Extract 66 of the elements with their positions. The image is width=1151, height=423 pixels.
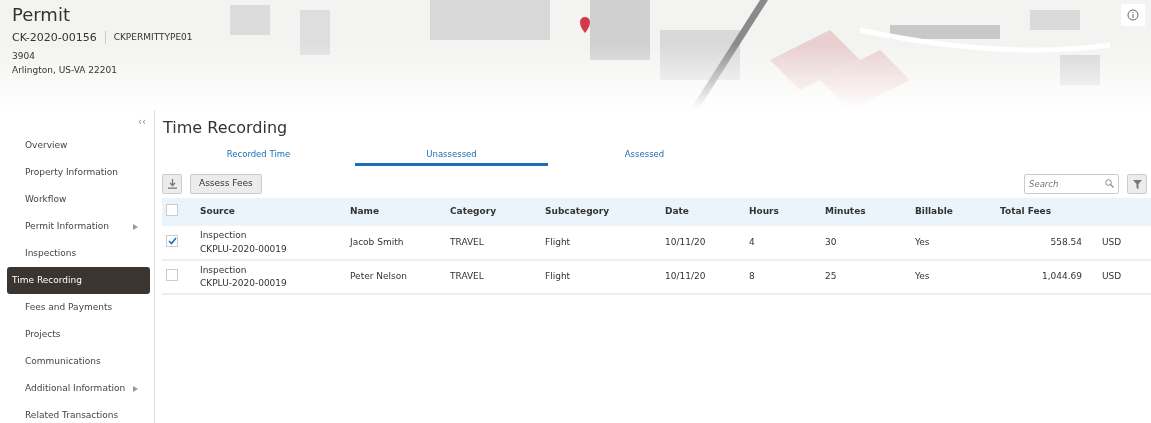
- column-header: Subcategory: [545, 206, 610, 217]
- expand-icon: [133, 385, 138, 392]
- assess-fees-button[interactable]: Assess Fees: [190, 174, 262, 194]
- table-cell: 10/11/20: [665, 236, 706, 247]
- table-cell: 30: [825, 236, 837, 247]
- search-field[interactable]: Search: [1024, 174, 1119, 194]
- sidebar-item[interactable]: Additional Information: [8, 375, 150, 402]
- collapse-button[interactable]: ‹‹: [138, 116, 146, 127]
- table-cell: Yes: [915, 236, 930, 247]
- table-cell: 4: [749, 236, 755, 247]
- table-cell: 8: [749, 271, 755, 282]
- table-cell: Peter Nelson: [350, 271, 407, 282]
- table-cell: 25: [825, 271, 837, 282]
- column-header: Category: [450, 206, 496, 217]
- table-cell-text: Inspection: [200, 229, 248, 242]
- column-header: Source: [200, 206, 235, 217]
- sidebar-item[interactable]: Time Recording: [7, 267, 150, 294]
- tab[interactable]: Unassessed: [355, 144, 548, 166]
- table-cell: TRAVEL: [450, 236, 484, 247]
- permit-type: CKPERMITTYPE01: [113, 31, 193, 45]
- table-cell-text: CKPLU-2020-00019: [200, 277, 288, 290]
- table-cell: Jacob Smith: [350, 236, 404, 247]
- table-cell: USD: [1102, 271, 1122, 282]
- sidebar-item[interactable]: Property Information: [8, 159, 150, 186]
- info-button[interactable]: [1121, 4, 1145, 26]
- section-title: Time Recording: [163, 117, 289, 139]
- column-header: Date: [665, 206, 689, 217]
- sidebar-item[interactable]: Inspections: [8, 240, 150, 267]
- sidebar-item[interactable]: Projects: [8, 321, 150, 348]
- table-cell: 10/11/20: [665, 271, 706, 282]
- checkbox[interactable]: [166, 268, 178, 281]
- checkbox[interactable]: [166, 235, 178, 248]
- column-header: Name: [350, 206, 380, 217]
- search-icon: [1105, 179, 1114, 188]
- sidebar-item[interactable]: Related Transactions: [8, 402, 150, 423]
- column-header: Total Fees: [1000, 206, 1052, 217]
- table-cell-text: Inspection: [200, 263, 248, 277]
- permit-number: CK-2020-00156: [12, 29, 97, 46]
- column-header: Billable: [915, 206, 953, 217]
- download-icon: [167, 179, 177, 189]
- address-line: 3904: [12, 50, 36, 64]
- expand-icon: [133, 223, 138, 230]
- table-cell: Flight: [545, 271, 571, 282]
- checkbox[interactable]: [166, 203, 178, 216]
- table-cell: 558.54: [1050, 236, 1082, 247]
- table-cell: TRAVEL: [450, 271, 484, 282]
- sidebar-item[interactable]: Fees and Payments: [8, 294, 150, 321]
- filter-button[interactable]: [1127, 174, 1147, 194]
- tab[interactable]: Recorded Time: [162, 144, 355, 166]
- sidebar-item[interactable]: Communications: [8, 348, 150, 375]
- address-line: Arlington, US-VA 22201: [12, 63, 118, 77]
- table-cell: Flight: [545, 236, 571, 247]
- sidebar-item[interactable]: Workflow: [8, 186, 150, 213]
- table-cell: Yes: [915, 271, 930, 282]
- download-button[interactable]: [162, 174, 182, 194]
- column-header: Minutes: [825, 206, 866, 217]
- table-cell: 1,044.69: [1041, 271, 1082, 282]
- table-cell: USD: [1102, 236, 1122, 247]
- tab[interactable]: Assessed: [548, 144, 741, 166]
- sidebar-item[interactable]: Permit Information: [8, 213, 150, 240]
- sidebar-item[interactable]: Overview: [8, 132, 150, 159]
- info-icon: [1127, 9, 1139, 21]
- table-cell-text: CKPLU-2020-00019: [200, 242, 288, 256]
- column-header: Hours: [749, 206, 779, 217]
- page-title: Permit: [12, 4, 70, 26]
- filter-icon: [1132, 179, 1142, 189]
